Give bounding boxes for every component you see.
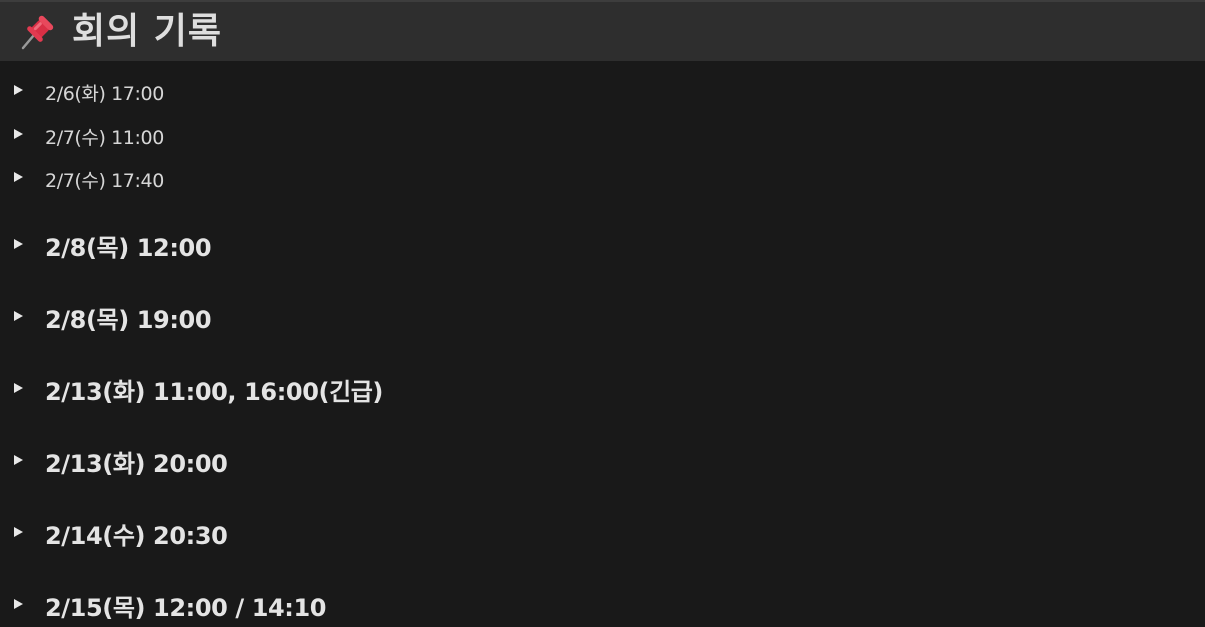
meeting-toggle-6[interactable]: 2/13(화) 11:00, 16:00(긴급) (0, 372, 1205, 406)
expand-triangle-icon[interactable] (14, 311, 23, 321)
expand-triangle-icon[interactable] (14, 239, 23, 249)
meeting-toggle-8[interactable]: 2/14(수) 20:30 (0, 516, 1205, 550)
meeting-label: 2/6(화) 17:00 (45, 83, 164, 105)
expand-triangle-icon[interactable] (14, 129, 23, 139)
meeting-toggle-2[interactable]: 2/7(수) 11:00 (0, 123, 1205, 149)
meeting-toggle-4[interactable]: 2/8(목) 12:00 (0, 228, 1205, 262)
expand-triangle-icon[interactable] (14, 599, 23, 609)
page-header: 회의 기록 (0, 2, 1205, 61)
expand-triangle-icon[interactable] (14, 383, 23, 393)
meeting-label: 2/7(수) 17:40 (45, 170, 164, 192)
meeting-label: 2/15(목) 12:00 / 14:10 (45, 594, 327, 622)
page-title: 회의 기록 (72, 11, 223, 52)
pushpin-icon (17, 12, 57, 52)
meeting-toggle-5[interactable]: 2/8(목) 19:00 (0, 300, 1205, 334)
meeting-toggle-3[interactable]: 2/7(수) 17:40 (0, 166, 1205, 192)
meeting-label: 2/7(수) 11:00 (45, 127, 164, 149)
meeting-toggle-9[interactable]: 2/15(목) 12:00 / 14:10 (0, 588, 1205, 622)
meeting-label: 2/13(화) 20:00 (45, 450, 228, 478)
meeting-label: 2/14(수) 20:30 (45, 522, 228, 550)
meeting-toggle-1[interactable]: 2/6(화) 17:00 (0, 79, 1205, 105)
meeting-label: 2/8(목) 19:00 (45, 306, 212, 334)
meeting-label: 2/8(목) 12:00 (45, 234, 212, 262)
meeting-toggle-7[interactable]: 2/13(화) 20:00 (0, 444, 1205, 478)
expand-triangle-icon[interactable] (14, 85, 23, 95)
expand-triangle-icon[interactable] (14, 527, 23, 537)
meeting-label: 2/13(화) 11:00, 16:00(긴급) (45, 378, 383, 406)
expand-triangle-icon[interactable] (14, 455, 23, 465)
expand-triangle-icon[interactable] (14, 172, 23, 182)
